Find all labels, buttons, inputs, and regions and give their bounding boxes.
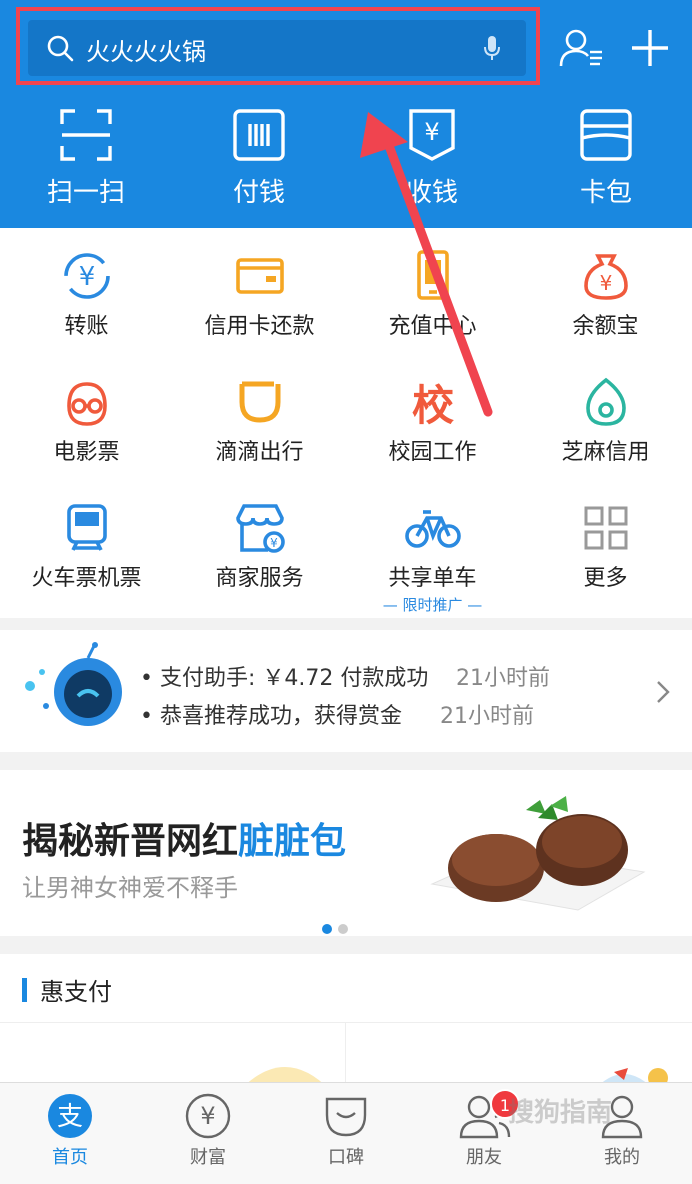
bicycle-icon — [346, 502, 519, 554]
tab-wealth[interactable]: ¥ 财富 — [158, 1093, 258, 1169]
service-credit-card[interactable]: 信用卡还款 — [173, 250, 346, 340]
service-didi-label: 滴滴出行 — [215, 440, 304, 465]
service-movie-label: 电影票 — [53, 440, 120, 465]
section-title: 惠支付 — [40, 978, 112, 1006]
pay-barcode-icon — [199, 108, 319, 162]
service-yuebao-label: 余额宝 — [572, 314, 639, 339]
service-transfer-label: 转账 — [64, 314, 109, 339]
tab-friends-label: 朋友 — [466, 1147, 502, 1168]
service-bike-promo: — 限时推广 — — [382, 596, 483, 614]
home-icon: 支 — [20, 1093, 120, 1139]
top-bar: 火火火火锅 扫一扫 付钱 ¥ 收钱 卡包 — [0, 0, 692, 228]
service-train-label: 火车票机票 — [31, 566, 142, 591]
carousel-dot[interactable] — [338, 924, 348, 934]
service-didi[interactable]: 滴滴出行 — [173, 376, 346, 466]
tab-profile-label: 我的 — [604, 1147, 640, 1168]
quick-pay-label: 付钱 — [232, 178, 285, 208]
notification-time-2: 21小时前 — [440, 704, 534, 729]
tab-home-label: 首页 — [52, 1147, 88, 1168]
service-topup[interactable]: 充值中心 — [346, 250, 519, 340]
money-bag-icon: ¥ — [519, 250, 692, 302]
service-sesame[interactable]: 芝麻信用 — [519, 376, 692, 466]
service-train[interactable]: 火车票机票 — [0, 502, 173, 592]
service-more[interactable]: 更多 — [519, 502, 692, 592]
service-yuebao[interactable]: ¥ 余额宝 — [519, 250, 692, 340]
service-movie[interactable]: 电影票 — [0, 376, 173, 466]
service-more-label: 更多 — [583, 566, 628, 591]
phone-topup-icon — [346, 250, 519, 302]
pastry-image — [428, 792, 648, 926]
notification-card[interactable]: • 支付助手: ￥4.72 付款成功 21小时前 • 恭喜推荐成功，获得赏金 2… — [0, 630, 692, 752]
banner-subtitle: 让男神女神爱不释手 — [22, 874, 238, 902]
transfer-icon: ¥ — [0, 250, 173, 302]
quick-scan[interactable]: 扫一扫 — [26, 108, 146, 209]
chevron-right-icon — [656, 680, 670, 708]
quick-scan-label: 扫一扫 — [46, 178, 125, 208]
service-shop-label: 商家服务 — [215, 566, 304, 591]
train-icon — [0, 502, 173, 554]
campus-icon-glyph: 校 — [411, 381, 453, 428]
notification-line-2: • 恭喜推荐成功，获得赏金 — [140, 704, 402, 729]
service-bike[interactable]: 共享单车 — 限时推广 — — [346, 502, 519, 615]
tab-wealth-label: 财富 — [190, 1147, 226, 1168]
assistant-robot-icon — [22, 642, 132, 746]
service-topup-label: 充值中心 — [388, 314, 477, 339]
section-accent-bar — [22, 978, 27, 1002]
service-campus-label: 校园工作 — [388, 440, 477, 465]
search-query: 火火火火锅 — [86, 38, 206, 66]
svg-text:¥: ¥ — [270, 536, 278, 550]
carousel-dots — [322, 919, 354, 938]
notification-line-1: • 支付助手: ￥4.72 付款成功 — [140, 666, 429, 691]
service-shop[interactable]: ¥ 商家服务 — [173, 502, 346, 592]
banner-title-main: 揭秘新晋网红 — [22, 821, 239, 862]
quick-receive-label: 收钱 — [405, 178, 458, 208]
svg-text:¥: ¥ — [424, 118, 439, 146]
more-grid-icon — [519, 502, 692, 554]
search-input[interactable]: 火火火火锅 — [28, 20, 526, 76]
shop-icon: ¥ — [173, 502, 346, 554]
quick-receive[interactable]: ¥ 收钱 — [372, 108, 492, 209]
scan-icon — [26, 108, 146, 162]
watermark: 搜狗指南 — [508, 1098, 613, 1128]
svg-text:¥: ¥ — [599, 271, 612, 295]
receive-money-icon: ¥ — [372, 108, 492, 162]
service-credit-card-label: 信用卡还款 — [204, 314, 315, 339]
contacts-icon[interactable] — [558, 28, 606, 72]
sesame-credit-icon — [519, 376, 692, 428]
credit-card-icon — [173, 250, 346, 302]
home-icon-glyph: 支 — [57, 1102, 83, 1132]
koubei-icon — [296, 1093, 396, 1139]
search-icon — [46, 34, 74, 66]
microphone-icon[interactable] — [482, 34, 502, 66]
card-wallet-icon — [546, 108, 666, 162]
section-divider — [0, 1022, 692, 1023]
wealth-icon-glyph: ¥ — [200, 1102, 215, 1130]
tab-koubei-label: 口碑 — [328, 1147, 364, 1168]
campus-icon: 校 — [346, 376, 519, 428]
tab-koubei[interactable]: 口碑 — [296, 1093, 396, 1169]
service-bike-label: 共享单车 — [388, 566, 477, 591]
tab-home[interactable]: 支 首页 — [20, 1093, 120, 1169]
carousel-dot-active[interactable] — [322, 924, 332, 934]
svg-text:¥: ¥ — [78, 262, 95, 292]
banner-title-highlight: 脏脏包 — [238, 821, 347, 862]
wealth-icon: ¥ — [158, 1093, 258, 1139]
didi-icon — [173, 376, 346, 428]
add-icon[interactable] — [630, 28, 670, 72]
service-sesame-label: 芝麻信用 — [561, 440, 650, 465]
service-transfer[interactable]: ¥ 转账 — [0, 250, 173, 340]
quick-pay[interactable]: 付钱 — [199, 108, 319, 209]
services-grid: ¥ 转账 信用卡还款 充值中心 ¥ 余额宝 电影票 滴滴出行 校 校园工作 芝麻… — [0, 228, 692, 618]
quick-cards-label: 卡包 — [579, 178, 632, 208]
notification-time-1: 21小时前 — [456, 666, 550, 691]
service-campus[interactable]: 校 校园工作 — [346, 376, 519, 466]
movie-mascot-icon — [0, 376, 173, 428]
quick-cards[interactable]: 卡包 — [546, 108, 666, 209]
promo-banner[interactable]: 揭秘新晋网红脏脏包 让男神女神爱不释手 — [0, 770, 692, 936]
banner-title: 揭秘新晋网红脏脏包 — [22, 812, 346, 864]
